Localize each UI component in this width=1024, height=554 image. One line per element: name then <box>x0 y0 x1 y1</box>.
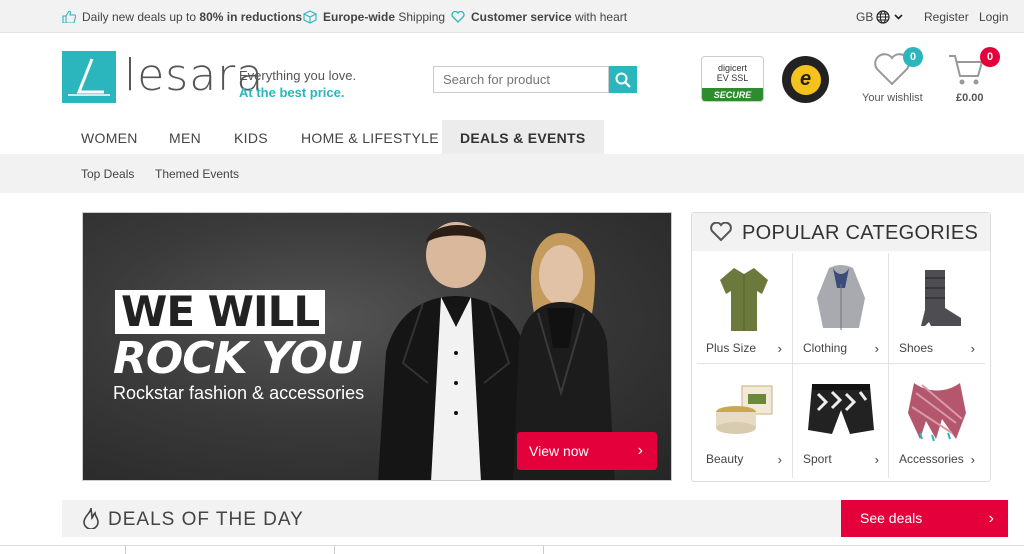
wishlist-count-badge: 0 <box>903 47 923 67</box>
category-accessories[interactable]: Accessories › <box>889 364 985 474</box>
category-label: Clothing <box>803 341 848 355</box>
shirt-icon <box>720 267 768 331</box>
view-now-label: View now <box>529 443 589 459</box>
hero-subtitle: Rockstar fashion & accessories <box>113 383 365 403</box>
category-sport[interactable]: Sport › <box>793 364 889 474</box>
trusted-shops-badge[interactable]: e <box>782 56 829 103</box>
subnav-themed-events[interactable]: Themed Events <box>155 167 239 181</box>
search-icon <box>615 72 631 88</box>
cream-icon <box>716 385 773 434</box>
cart-total[interactable]: £0.00 <box>956 92 984 104</box>
digicert-badge[interactable]: digicert EV SSL SECURE <box>701 56 764 102</box>
login-link[interactable]: Login <box>979 10 1008 24</box>
scarf-icon <box>908 382 966 441</box>
logo-l-icon <box>68 58 110 96</box>
nav-kids[interactable]: KIDS <box>234 120 268 154</box>
tagline-primary: Everything you love. <box>239 68 357 83</box>
view-now-button[interactable]: View now › <box>517 432 657 470</box>
category-label: Accessories <box>899 452 964 466</box>
country-code: GB <box>856 10 874 24</box>
see-deals-label: See deals <box>860 510 923 526</box>
chevron-right-icon: › <box>874 341 879 356</box>
globe-icon <box>876 10 890 24</box>
thumbs-up-icon <box>62 11 76 23</box>
category-shoes[interactable]: Shoes › <box>889 253 985 363</box>
bottom-strip <box>0 545 1024 554</box>
cart-icon[interactable] <box>948 53 984 87</box>
popular-categories-title: POPULAR CATEGORIES <box>742 222 979 244</box>
digicert-level: EV SSL <box>716 72 749 83</box>
register-link[interactable]: Register <box>924 10 969 24</box>
nav-deals-events[interactable]: DEALS & EVENTS <box>442 120 604 154</box>
nav-men[interactable]: MEN <box>169 120 201 154</box>
tagline-secondary: At the best price. <box>239 85 345 100</box>
category-label: Sport <box>803 452 832 466</box>
subnav-top-deals[interactable]: Top Deals <box>81 167 134 181</box>
hero-banner[interactable]: WE WILL ROCK YOU Rockstar fashion & acce… <box>82 212 672 481</box>
see-deals-button[interactable]: See deals › <box>841 500 1008 537</box>
country-selector[interactable]: GB <box>856 10 903 24</box>
chevron-right-icon: › <box>637 442 643 459</box>
category-label: Shoes <box>899 341 934 355</box>
sub-navigation <box>0 154 1024 193</box>
nav-women[interactable]: WOMEN <box>81 120 138 154</box>
usp-service-text: Customer service with heart <box>471 10 628 24</box>
category-beauty[interactable]: Beauty › <box>696 364 792 474</box>
digicert-secure: SECURE <box>702 88 763 101</box>
nav-home-lifestyle[interactable]: HOME & LIFESTYLE <box>301 120 439 154</box>
usp-deals: Daily new deals up to 80% in reductions <box>62 10 302 24</box>
divider <box>125 546 126 554</box>
heart-outline-icon <box>710 222 732 242</box>
category-label: Plus Size <box>706 341 757 355</box>
wishlist-label[interactable]: Your wishlist <box>862 92 923 104</box>
usp-shipping-text: Europe-wide Shipping <box>323 10 446 24</box>
heart-icon <box>451 11 465 23</box>
chevron-right-icon: › <box>777 341 782 356</box>
popular-categories-panel: POPULAR CATEGORIES Plus Size › Clothing … <box>691 212 991 482</box>
divider <box>543 546 544 554</box>
digicert-name: digicert <box>717 62 747 73</box>
chevron-right-icon: › <box>874 452 879 467</box>
logo-mark[interactable] <box>62 51 116 103</box>
chevron-down-icon <box>894 14 903 20</box>
usp-service: Customer service with heart <box>451 10 627 24</box>
search-button[interactable] <box>609 66 637 93</box>
hero-headline-1: WE WILL <box>115 290 326 334</box>
chevron-right-icon: › <box>970 341 975 356</box>
divider <box>334 546 335 554</box>
shorts-icon <box>808 383 874 434</box>
deals-of-the-day-title: DEALS OF THE DAY <box>108 509 304 530</box>
hero-headline-2: ROCK YOU <box>113 333 362 384</box>
jacket-icon <box>817 264 865 330</box>
category-label: Beauty <box>706 452 744 466</box>
chevron-right-icon: › <box>988 510 994 527</box>
category-plus-size[interactable]: Plus Size › <box>696 253 792 363</box>
flame-icon <box>83 507 99 529</box>
trusted-shops-seal: e <box>790 64 821 95</box>
category-clothing[interactable]: Clothing › <box>793 253 889 363</box>
cart-count-badge: 0 <box>980 47 1000 67</box>
boot-icon <box>921 269 961 326</box>
usp-shipping: Europe-wide Shipping <box>303 10 445 24</box>
usp-deals-text: Daily new deals up to 80% in reductions <box>82 10 303 24</box>
chevron-right-icon: › <box>777 452 782 467</box>
chevron-right-icon: › <box>970 452 975 467</box>
top-bar: Daily new deals up to 80% in reductions … <box>0 0 1024 33</box>
box-icon <box>303 10 317 24</box>
search-input[interactable] <box>433 66 609 93</box>
